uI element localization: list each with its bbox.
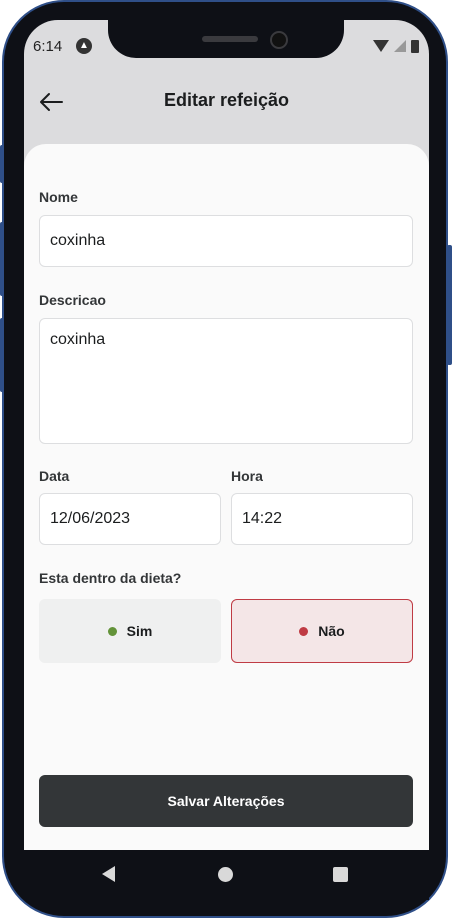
speaker [202,36,258,42]
android-a-icon: ▲ [76,38,92,54]
date-field[interactable]: 12/06/2023 [39,493,221,545]
android-nav-bar [24,850,429,900]
green-dot-icon [107,626,117,636]
name-field[interactable]: coxinha [39,215,413,267]
system-icons [373,39,419,53]
app-screen: 6:14 ▲ Editar refeição Nome coxinha Desc… [24,20,429,850]
form-card: Nome coxinha Descricao coxinha Data 12/0… [24,144,429,850]
camera-notch [108,20,344,58]
time-label: Hora [231,468,263,484]
description-value: coxinha [50,331,106,348]
description-label: Descricao [39,292,106,308]
save-label: Salvar Alterações [167,793,285,809]
description-field[interactable]: coxinha [39,318,413,444]
signal-icon [394,40,406,52]
name-value: coxinha [50,232,106,249]
red-dot-icon [299,626,309,636]
page-header: Editar refeição [24,72,429,142]
nav-back-icon[interactable] [102,866,115,882]
diet-option-no[interactable]: Não [231,599,413,663]
nav-recents-icon[interactable] [333,867,348,882]
option-label: Sim [126,623,153,639]
diet-option-yes[interactable]: Sim [39,599,221,663]
status-bar: 6:14 ▲ [24,20,429,72]
battery-icon [411,39,419,53]
diet-question: Esta dentro da dieta? [39,570,182,586]
wifi-icon [373,40,389,52]
time-value: 14:22 [242,510,283,527]
nav-home-icon[interactable] [218,867,233,882]
name-label: Nome [39,189,78,205]
date-value: 12/06/2023 [50,510,131,527]
time-field[interactable]: 14:22 [231,493,413,545]
status-time: 6:14 [33,38,63,55]
option-label: Não [318,623,345,639]
save-button[interactable]: Salvar Alterações [39,775,413,827]
date-label: Data [39,468,70,484]
camera-icon [270,31,288,49]
page-title: Editar refeição [163,90,290,110]
